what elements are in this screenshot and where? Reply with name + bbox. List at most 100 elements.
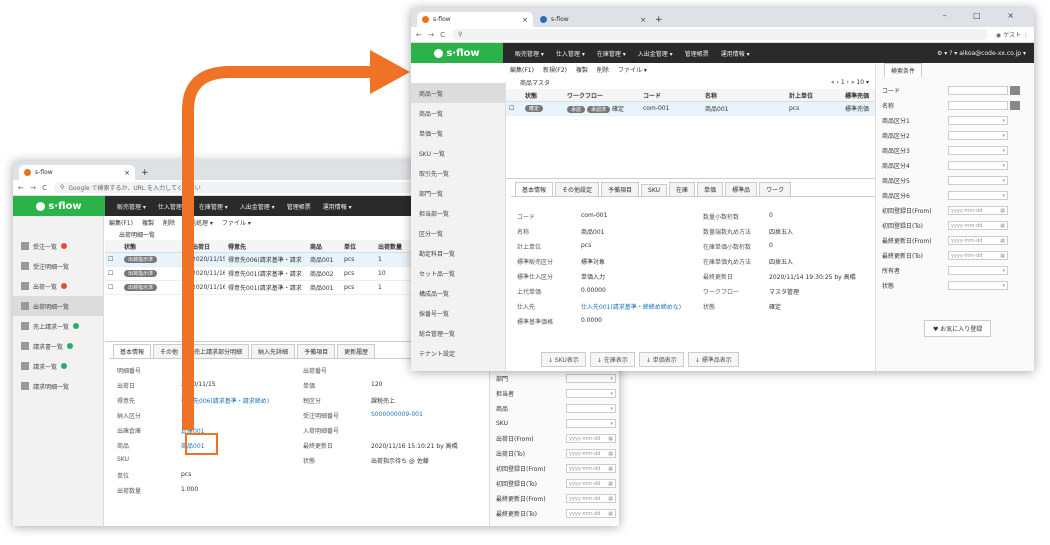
delete-button[interactable]: 削除 [597,65,609,74]
chevron-down-icon[interactable]: ▾ [1002,118,1005,124]
nav-menu-purchase[interactable]: 仕入管理 ▾ [556,49,585,58]
sidebar-item[interactable]: 単価一覧 [411,123,505,143]
nav-buttons-icon[interactable]: ← → C [416,31,452,39]
sidebar-item[interactable]: 勘定科目一覧 [411,243,505,263]
col-workflow[interactable]: ワークフロー [564,91,640,100]
col-name[interactable]: 名称 [702,91,786,100]
sidebar-item[interactable]: 担当部一覧 [411,203,505,223]
calendar-icon[interactable]: ▦ [1000,223,1005,229]
sidebar-item[interactable]: 商品一覧 [411,103,505,123]
nav-menu-payment[interactable]: 入出金管理 ▾ [638,49,673,58]
detail-tab[interactable]: 単価 [697,182,724,196]
copy-button[interactable]: 複製 [576,65,588,74]
date-placeholder: yyyy-mm-dd [951,237,983,244]
sidebar-item[interactable]: 構成品一覧 [411,283,505,303]
form-input[interactable]: ▾ [948,191,1008,200]
detail-tab[interactable]: ワーク [759,182,792,196]
pagination[interactable]: « ‹ 1 › » 10 ▾ [831,79,869,86]
detail-tab[interactable]: 在庫 [669,182,696,196]
nav-menu-stock[interactable]: 在庫管理 ▾ [597,49,626,58]
form-input[interactable]: yyyy-mm-dd ▦ [948,221,1008,230]
edit-button[interactable]: 編集(F1) [510,65,534,74]
sidebar-item[interactable]: 商品一覧 [411,83,505,103]
calendar-icon[interactable]: ▦ [1000,208,1005,214]
calendar-icon[interactable]: ▦ [1000,238,1005,244]
detail-field: 名称 商品001 [517,227,604,236]
sflow-logo[interactable]: s·flow [411,43,503,63]
gear-icon[interactable]: ⚙ ▾ [937,50,949,57]
chevron-down-icon[interactable]: ▾ [1002,148,1005,154]
add-favorite-button[interactable]: ♥ お気に入り登録 [924,320,992,337]
form-input[interactable]: yyyy-mm-dd ▦ [948,236,1008,245]
sidebar-item[interactable]: 区分一覧 [411,223,505,243]
form-input[interactable]: ▾ [948,146,1008,155]
detail-show-button[interactable]: ↓ 在庫表示 [589,352,635,367]
nav-menu-reports[interactable]: 管理帳票 [685,49,709,58]
nav-menu-sales[interactable]: 販売管理 ▾ [515,49,544,58]
user-menu[interactable]: ⚙ ▾ ? ▾ aikoa@code-xx.co.jp ▾ [937,50,1026,57]
sidebar-item[interactable]: 総合管理一覧 [411,323,505,343]
detail-buttons: ↓ SKU表示 ↓ 在庫表示 ↓ 単価表示 ↓ 標準品表示 [541,352,743,367]
list-toolbar: 編集(F1) 新規(F2) 複製 削除 ファイル ▾ [506,64,875,75]
form-input[interactable]: ▾ [948,161,1008,170]
sidebar-item[interactable]: 取引先一覧 [411,163,505,183]
search-icon[interactable] [1010,86,1020,95]
detail-tab[interactable]: その他設定 [555,182,600,196]
field-value: 四捨五入 [769,229,794,236]
form-row: 所有者 ▾ [876,263,1034,278]
chevron-down-icon[interactable]: ▾ [1002,178,1005,184]
address-input[interactable]: ⚲ [452,29,988,40]
detail-tab[interactable]: 基本情報 [515,182,554,196]
detail-show-button[interactable]: ↓ SKU表示 [541,352,586,367]
form-input[interactable]: ▾ [948,116,1008,125]
col-status[interactable]: 状態 [522,91,564,100]
form-input[interactable] [948,86,1008,95]
new-tab-icon[interactable]: + [655,15,663,25]
calendar-icon[interactable]: ▦ [1000,253,1005,259]
col-price[interactable]: 標準売価 [842,91,875,100]
search-icon[interactable] [1010,101,1020,110]
detail-tab[interactable]: 予備項目 [601,182,640,196]
sidebar-item[interactable]: セット品一覧 [411,263,505,283]
close-icon[interactable]: × [640,16,646,24]
chevron-down-icon[interactable]: ▾ [1002,268,1005,274]
browser-tab-2[interactable]: s-flow × [535,12,651,27]
chevron-down-icon[interactable]: ▾ [1002,163,1005,169]
sidebar-item[interactable]: 部門一覧 [411,183,505,203]
form-input[interactable] [948,101,1008,110]
detail-show-button[interactable]: ↓ 単価表示 [638,352,684,367]
sidebar-item[interactable]: テナント設定 [411,343,505,363]
form-input[interactable]: yyyy-mm-dd ▦ [948,251,1008,260]
chevron-down-icon[interactable]: ▾ [1002,283,1005,289]
nav-menu-ops[interactable]: 運用情報 ▾ [721,49,750,58]
form-input[interactable]: ▾ [948,131,1008,140]
address-bar: ← → C ⚲ ◉ ゲスト ⋮ [411,27,1034,43]
chevron-down-icon[interactable]: ▾ [1002,133,1005,139]
app-navbar: s·flow 販売管理 ▾ 仕入管理 ▾ 在庫管理 ▾ 入出金管理 ▾ 管理帳票… [411,43,1034,63]
file-button[interactable]: ファイル ▾ [618,65,647,74]
window-controls-icon[interactable]: – □ × [943,11,1026,20]
sidebar-item[interactable]: 採番号一覧 [411,303,505,323]
chevron-down-icon[interactable]: ▾ [1002,193,1005,199]
profile-guest[interactable]: ◉ ゲスト ⋮ [996,30,1029,39]
detail-show-button[interactable]: ↓ 標準品表示 [687,352,739,367]
new-button[interactable]: 新規(F2) [543,65,567,74]
col-unit[interactable]: 計上単位 [786,91,842,100]
tab-search-conditions[interactable]: 検索条件 [884,63,923,77]
table-row[interactable]: ☐ 確定 承認 承認済 確定 com-001 商品001 pcs 標準売価 [506,102,875,116]
form-input[interactable]: ▾ [948,266,1008,275]
form-input[interactable]: ▾ [948,281,1008,290]
detail-field: コード com-001 [517,212,607,221]
field-label: コード [517,214,536,221]
close-icon[interactable]: × [522,16,528,24]
detail-tab[interactable]: SKU [641,184,668,196]
col-code[interactable]: コード [640,91,702,100]
form-input[interactable]: yyyy-mm-dd ▦ [948,206,1008,215]
form-input[interactable]: ▾ [948,176,1008,185]
detail-tab[interactable]: 標準品 [725,182,758,196]
form-row: 名称 [876,98,1034,113]
sidebar-item[interactable]: SKU 一覧 [411,143,505,163]
field-value[interactable]: 仕入先001(請求基準・締締め締めな) [581,302,681,311]
browser-tab[interactable]: s-flow × [417,12,533,27]
help-icon[interactable]: ? ▾ [949,50,959,57]
